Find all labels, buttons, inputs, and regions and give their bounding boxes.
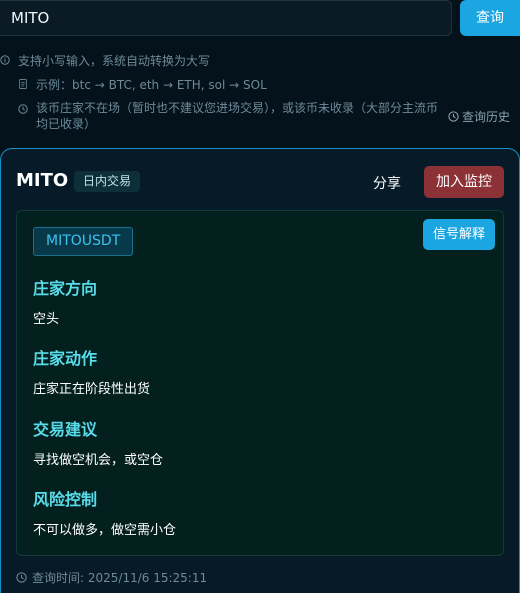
coin-title: MITO [16, 170, 69, 191]
trade-advice-heading: 交易建议 [33, 420, 98, 439]
signal-explain-button[interactable]: 信号解释 [423, 219, 495, 250]
dealer-direction-heading: 庄家方向 [33, 279, 98, 298]
search-input[interactable]: MITO [0, 0, 452, 36]
query-history-label[interactable]: 查询历史 [462, 108, 510, 125]
risk-control-value: 不可以做多，做空需小仓 [33, 523, 177, 538]
share-button[interactable]: 分享 [373, 173, 401, 193]
risk-control-heading: 风险控制 [33, 490, 98, 509]
hint-example: 示例：btc → BTC, eth → ETH, sol → SOL [18, 76, 267, 93]
document-icon [19, 79, 27, 89]
symbol-tag: MITOUSDT [33, 227, 134, 256]
signal-panel: MITOUSDT 信号解释 庄家方向 空头 庄家动作 庄家正在阶段性出货 交易建… [16, 210, 504, 556]
query-time-text: 查询时间: 2025/11/6 15:25:11 [32, 571, 208, 585]
hint-not-listed-text: 该币庄家不在场（暂时也不建议您进场交易），或该币未收录（大部分主流币均已收录） [36, 101, 439, 131]
hint-uppercase-text: 支持小写输入，系统自动转换为大写 [18, 54, 211, 68]
hint-example-text: 示例：btc → BTC, eth → ETH, sol → SOL [36, 78, 267, 92]
trade-advice-value: 寻找做空机会，或空仓 [33, 453, 164, 468]
add-watch-button[interactable]: 加入监控 [424, 166, 504, 198]
query-time: 查询时间: 2025/11/6 15:25:11 [16, 569, 207, 586]
dealer-action-value: 庄家正在阶段性出货 [33, 382, 151, 397]
clock-icon [18, 104, 28, 114]
result-card: MITO 日内交易 分享 加入监控 MITOUSDT 信号解释 庄家方向 空头 … [0, 148, 520, 593]
clock-icon [448, 111, 459, 122]
dealer-action-heading: 庄家动作 [33, 349, 98, 368]
dealer-direction-value: 空头 [33, 312, 60, 327]
strategy-badge: 日内交易 [74, 171, 141, 192]
info-icon [0, 55, 10, 65]
query-history-link[interactable]: 查询历史 [448, 108, 510, 125]
search-bar: MITO 查询 [0, 0, 520, 40]
clock-icon [16, 572, 27, 583]
hint-uppercase: 支持小写输入，系统自动转换为大写 [0, 52, 210, 69]
hint-not-listed: 该币庄家不在场（暂时也不建议您进场交易），或该币未收录（大部分主流币均已收录） [18, 100, 438, 132]
search-button[interactable]: 查询 [460, 0, 520, 36]
